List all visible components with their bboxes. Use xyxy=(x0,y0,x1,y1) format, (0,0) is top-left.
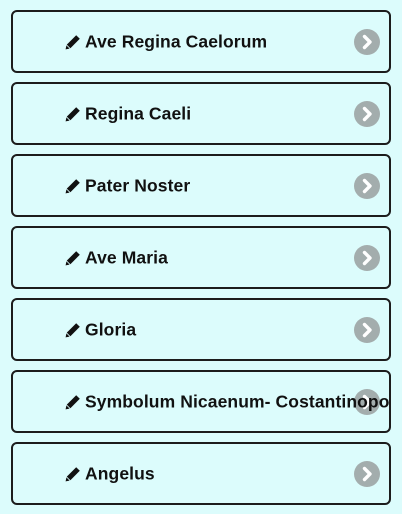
list-item-label: Symbolum Nicaenum- Costantinopolit xyxy=(85,391,391,411)
list-item-ave-maria[interactable]: Ave Maria xyxy=(11,226,391,289)
list-item-label: Regina Caeli xyxy=(85,103,192,123)
list-item-regina-caeli[interactable]: Regina Caeli xyxy=(11,82,391,145)
list-item-label: Pater Noster xyxy=(85,175,191,195)
list-item-symbolum-nicaenum[interactable]: Symbolum Nicaenum- Costantinopolit xyxy=(11,370,391,433)
chevron-right-icon[interactable] xyxy=(354,28,380,55)
pencil-icon xyxy=(65,106,80,121)
prayer-list: Ave Regina Caelorum Regina Caeli Pater N… xyxy=(11,10,391,514)
chevron-right-icon[interactable] xyxy=(354,316,380,343)
chevron-right-icon[interactable] xyxy=(354,460,380,487)
chevron-right-icon[interactable] xyxy=(354,100,380,127)
list-item-ave-regina-caelorum[interactable]: Ave Regina Caelorum xyxy=(11,10,391,73)
chevron-right-icon[interactable] xyxy=(354,172,380,199)
pencil-icon xyxy=(65,178,80,193)
list-item-label: Angelus xyxy=(85,463,155,483)
list-item-label: Gloria xyxy=(85,319,137,339)
pencil-icon xyxy=(65,34,80,49)
pencil-icon xyxy=(65,250,80,265)
pencil-icon xyxy=(65,322,80,337)
list-item-gloria[interactable]: Gloria xyxy=(11,298,391,361)
list-item-label: Ave Maria xyxy=(85,247,168,267)
pencil-icon xyxy=(65,394,80,409)
pencil-icon xyxy=(65,466,80,481)
list-item-label: Ave Regina Caelorum xyxy=(85,31,268,51)
list-item-angelus[interactable]: Angelus xyxy=(11,442,391,505)
chevron-right-icon[interactable] xyxy=(354,244,380,271)
list-item-pater-noster[interactable]: Pater Noster xyxy=(11,154,391,217)
